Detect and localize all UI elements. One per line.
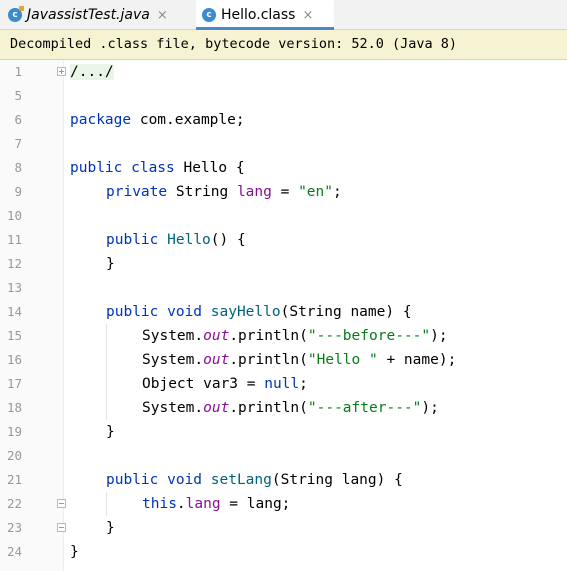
code-line: 12 } (0, 252, 567, 276)
code-line: 21 public void setLang(String lang) { (0, 468, 567, 492)
folded-imports[interactable]: /.../ (70, 64, 114, 80)
code-line: 16 System.out.println("Hello " + name); (0, 348, 567, 372)
code-line: 22 this.lang = lang; (0, 492, 567, 516)
code-line: 14 public void sayHello(String name) { (0, 300, 567, 324)
tab-javassisttest-java[interactable]: c JavassistTest.java × (8, 0, 192, 30)
code-line: 19 } (0, 420, 567, 444)
code-line: 8 public class Hello { (0, 156, 567, 180)
tab-hello-class[interactable]: c Hello.class × (196, 0, 334, 30)
code-line: 20 (0, 444, 567, 468)
fold-collapse-icon[interactable] (57, 499, 66, 508)
line-number: 16 (6, 352, 22, 367)
close-icon[interactable]: × (302, 8, 313, 23)
line-number: 13 (6, 280, 22, 295)
line-number: 10 (6, 208, 22, 223)
line-number: 1 (14, 64, 22, 79)
decompiled-banner: Decompiled .class file, bytecode version… (0, 30, 567, 60)
line-number: 24 (6, 544, 22, 559)
line-number: 8 (14, 160, 22, 175)
code-line: 15 System.out.println("---before---"); (0, 324, 567, 348)
editor-tab-bar: c JavassistTest.java × c Hello.class × (0, 0, 567, 30)
line-number: 12 (6, 256, 22, 271)
line-number: 18 (6, 400, 22, 415)
class-file-icon: c (8, 6, 24, 22)
line-number: 11 (6, 232, 22, 247)
code-line: 5 (0, 84, 567, 108)
line-number: 23 (6, 520, 22, 535)
class-file-icon: c (202, 8, 216, 22)
code-line: 6 package com.example; (0, 108, 567, 132)
line-number: 17 (6, 376, 22, 391)
code-line: 18 System.out.println("---after---"); (0, 396, 567, 420)
code-line: 11 public Hello() { (0, 228, 567, 252)
code-line: 9 private String lang = "en"; (0, 180, 567, 204)
code-line: 23 } (0, 516, 567, 540)
code-line: 10 (0, 204, 567, 228)
code-editor[interactable]: 1 /.../ 5 6 package com.example; 7 8 pub… (0, 60, 567, 571)
line-number: 9 (14, 184, 22, 199)
tab-label: JavassistTest.java (27, 7, 150, 23)
tab-label: Hello.class (221, 7, 296, 23)
line-number: 6 (14, 112, 22, 127)
code-line: 24 } (0, 540, 567, 564)
code-line: 7 (0, 132, 567, 156)
line-number: 22 (6, 496, 22, 511)
line-number: 19 (6, 424, 22, 439)
close-icon[interactable]: × (157, 8, 168, 23)
fold-expand-icon[interactable] (57, 67, 66, 76)
code-line: 1 /.../ (0, 60, 567, 84)
code-line: 17 Object var3 = null; (0, 372, 567, 396)
modified-marker-icon (19, 6, 24, 11)
line-number: 20 (6, 448, 22, 463)
fold-end-icon[interactable] (57, 523, 66, 532)
line-number: 15 (6, 328, 22, 343)
line-number: 21 (6, 472, 22, 487)
line-number: 5 (14, 88, 22, 103)
code-line: 13 (0, 276, 567, 300)
line-number: 7 (14, 136, 22, 151)
line-number: 14 (6, 304, 22, 319)
